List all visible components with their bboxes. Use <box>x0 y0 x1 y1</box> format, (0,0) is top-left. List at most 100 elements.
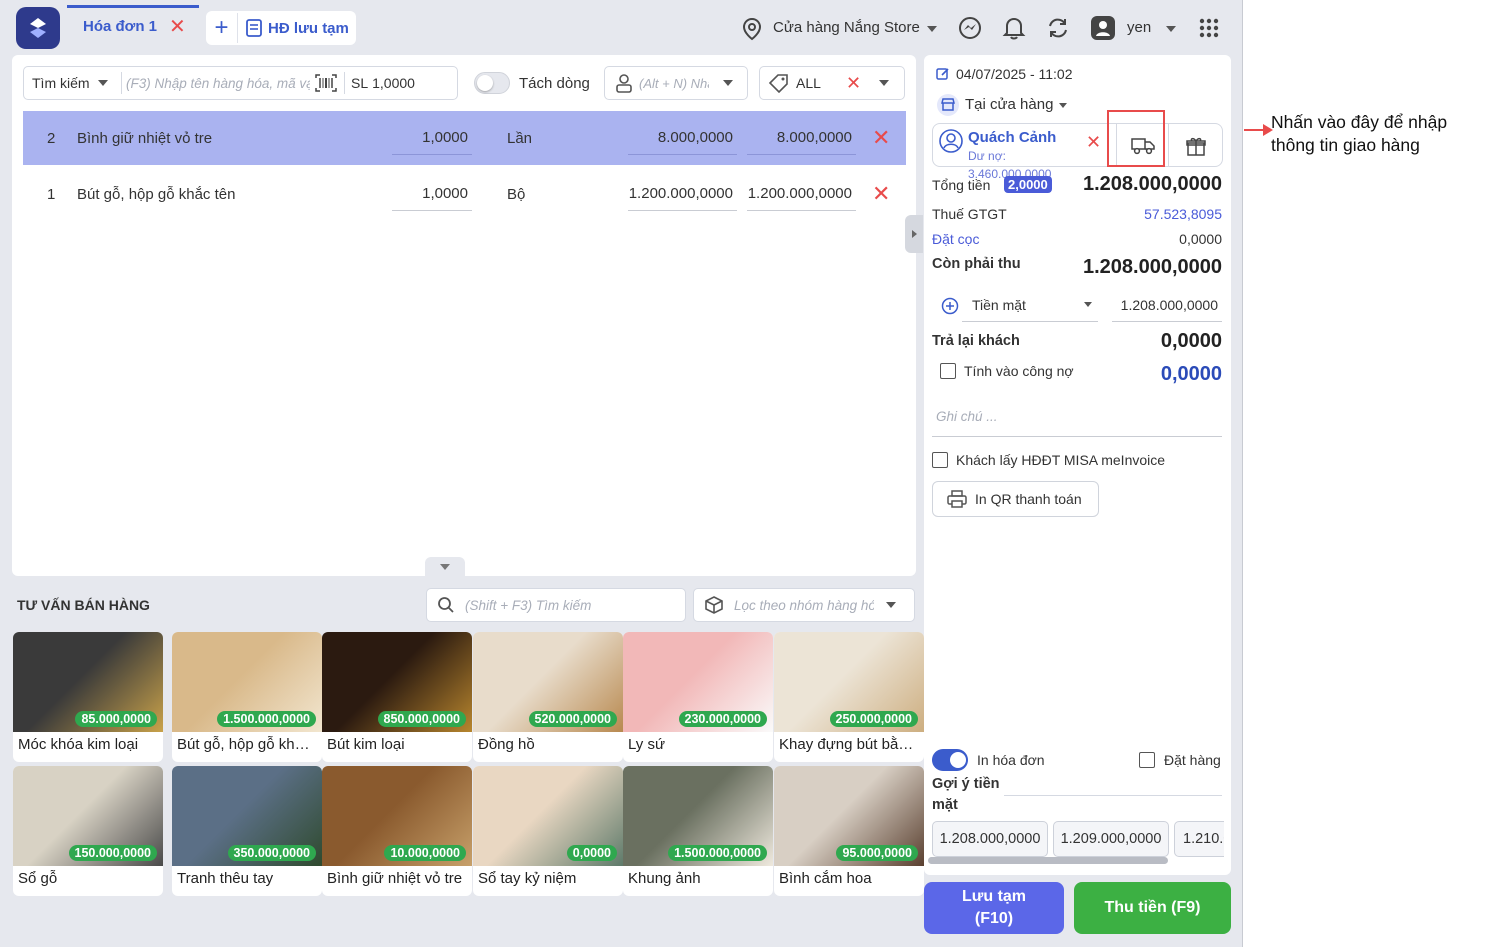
print-qr-button[interactable]: In QR thanh toán <box>932 481 1099 517</box>
clear-customer-icon[interactable]: ✕ <box>1086 133 1101 151</box>
cash-suggestion-button[interactable]: 1.208.000,0000 <box>932 821 1048 857</box>
row-unit[interactable]: Bộ <box>507 167 525 221</box>
delete-row-icon[interactable]: ✕ <box>872 167 890 221</box>
row-price-input[interactable]: 1.200.000,0000 <box>628 177 737 211</box>
product-name: Tranh thêu tay <box>177 870 274 887</box>
store-name[interactable]: Cửa hàng Nắng Store <box>773 19 920 36</box>
product-card[interactable]: 0,0000 Sổ tay kỷ niệm <box>473 766 623 896</box>
price-list-select[interactable]: ALL ✕ <box>759 66 905 100</box>
product-card[interactable]: 850.000,0000 Bút kim loại <box>322 632 472 762</box>
qty-input[interactable]: SL 1,0000 <box>344 72 415 94</box>
barcode-icon[interactable] <box>314 73 338 93</box>
product-name: Sổ tay kỷ niệm <box>478 870 577 887</box>
order-checkbox[interactable] <box>1139 752 1155 768</box>
edit-icon[interactable] <box>936 67 950 81</box>
total-label: Tổng tiền <box>932 177 991 193</box>
close-tab-icon[interactable]: ✕ <box>169 17 186 37</box>
print-invoice-toggle[interactable] <box>932 749 968 771</box>
staff-select[interactable]: (Alt + N) Nhân viên <box>604 66 748 100</box>
horizontal-scrollbar[interactable] <box>928 857 1168 864</box>
vat-label: Thuế GTGT <box>932 206 1007 222</box>
cash-suggestion-button[interactable]: 1.210.000,0000 <box>1174 821 1224 857</box>
amount-due-label: Còn phải thu <box>932 256 1021 272</box>
save-draft-label-2: (F10) <box>974 910 1014 927</box>
annotation-line-2: thông tin giao hàng <box>1271 135 1420 155</box>
product-card[interactable]: 85.000,0000 Móc khóa kim loại <box>13 632 163 762</box>
sales-channel[interactable]: Tại cửa hàng <box>965 96 1053 113</box>
debt-checkbox[interactable] <box>940 363 956 379</box>
product-card[interactable]: 350.000,0000 Tranh thêu tay <box>172 766 322 896</box>
add-payment-method-icon[interactable] <box>941 297 959 315</box>
cash-suggestion-button[interactable]: 1.209.000,0000 <box>1053 821 1169 857</box>
row-qty-input[interactable]: 1,0000 <box>392 177 472 211</box>
promotion-button[interactable] <box>1168 124 1223 167</box>
product-card[interactable]: 230.000,0000 Ly sứ <box>623 632 773 762</box>
row-number: 2 <box>47 129 56 147</box>
product-card[interactable]: 1.500.000,0000 Bút gỗ, hộp gỗ khắc tên <box>172 632 322 762</box>
vat-value: 57.523,8095 <box>1144 206 1222 222</box>
user-dropdown-icon[interactable] <box>1166 26 1176 32</box>
payment-amount-input[interactable]: 1.208.000,0000 <box>1112 288 1222 322</box>
amount-due-value: 1.208.000,0000 <box>1082 256 1222 278</box>
product-name: Bình cắm hoa <box>779 870 872 887</box>
document-icon <box>246 19 262 37</box>
row-unit[interactable]: Lần <box>507 111 532 165</box>
cart-row[interactable]: 2 Bình giữ nhiệt vỏ tre 1,0000 Lần 8.000… <box>23 111 906 165</box>
chevron-down-icon <box>97 80 108 86</box>
save-draft-button[interactable]: Lưu tạm (F10) <box>924 882 1064 934</box>
user-avatar-icon[interactable] <box>1090 15 1116 41</box>
product-price: 520.000,0000 <box>528 711 617 727</box>
catalog-title: TƯ VẤN BÁN HÀNG <box>17 597 150 613</box>
delete-row-icon[interactable]: ✕ <box>872 111 890 165</box>
saved-invoices-tab[interactable]: + HĐ lưu tạm <box>206 11 356 45</box>
row-price-input[interactable]: 8.000,0000 <box>628 121 737 155</box>
einvoice-label: Khách lấy HĐĐT MISA meInvoice <box>956 452 1166 468</box>
product-card[interactable]: 10.000,0000 Bình giữ nhiệt vỏ tre <box>322 766 472 896</box>
app-logo[interactable] <box>16 7 60 49</box>
cart-row[interactable]: 1 Bút gỗ, hộp gỗ khắc tên 1,0000 Bộ 1.20… <box>23 167 906 221</box>
customer-name[interactable]: Quách Cảnh <box>968 129 1056 146</box>
debt-checkbox-value: 0,0000 <box>1160 363 1222 385</box>
user-name[interactable]: yen <box>1127 19 1151 36</box>
total-amount: 1.208.000,0000 <box>1082 173 1222 195</box>
product-price: 230.000,0000 <box>678 711 767 727</box>
add-tab-icon[interactable]: + <box>206 13 238 43</box>
deposit-label[interactable]: Đặt cọc <box>932 231 979 247</box>
annotation-area: Nhấn vào đây để nhập thông tin giao hàng <box>1244 0 1496 947</box>
split-line-toggle[interactable] <box>474 72 510 94</box>
product-card[interactable]: 1.500.000,0000 Khung ảnh <box>623 766 773 896</box>
apps-grid-icon[interactable] <box>1199 18 1219 38</box>
catalog-search[interactable]: (Shift + F3) Tìm kiếm <box>426 588 686 622</box>
messenger-icon[interactable] <box>958 16 982 40</box>
product-card[interactable]: 95.000,0000 Bình cắm hoa <box>774 766 924 896</box>
bell-icon[interactable] <box>1002 15 1026 41</box>
store-dropdown-icon[interactable] <box>927 26 937 32</box>
divider <box>1004 795 1222 796</box>
order-label: Đặt hàng <box>1164 752 1221 768</box>
einvoice-checkbox[interactable] <box>932 452 948 468</box>
search-mode-select[interactable]: Tìm kiếm <box>24 72 122 94</box>
chevron-down-icon <box>723 80 733 86</box>
product-price: 1.500.000,0000 <box>217 711 316 727</box>
row-product-name: Bút gỗ, hộp gỗ khắc tên <box>77 185 236 203</box>
clear-price-list-icon[interactable]: ✕ <box>846 74 861 92</box>
row-qty-input[interactable]: 1,0000 <box>392 121 472 155</box>
collapse-catalog-handle[interactable] <box>425 557 465 576</box>
catalog-search-placeholder: (Shift + F3) Tìm kiếm <box>465 597 592 613</box>
note-input[interactable]: Ghi chú ... <box>932 397 1222 437</box>
collapse-side-panel-handle[interactable] <box>905 215 923 253</box>
product-card[interactable]: 250.000,0000 Khay đựng bút bằng gỗ <box>774 632 924 762</box>
catalog-group-filter[interactable]: Lọc theo nhóm hàng hóa <box>693 588 915 622</box>
product-card[interactable]: 150.000,0000 Sổ gỗ <box>13 766 163 896</box>
product-card[interactable]: 520.000,0000 Đồng hồ <box>473 632 623 762</box>
collect-payment-button[interactable]: Thu tiền (F9) <box>1074 882 1231 934</box>
sync-icon[interactable] <box>1046 16 1070 40</box>
product-name: Bình giữ nhiệt vỏ tre <box>327 870 463 887</box>
chevron-down-icon[interactable] <box>1059 103 1067 108</box>
payment-method-select[interactable]: Tiền mặt <box>962 288 1098 322</box>
debt-checkbox-label: Tính vào công nợ <box>964 363 1074 379</box>
tab-invoice-1[interactable]: Hóa đơn 1 ✕ <box>67 5 199 45</box>
chevron-down-icon <box>886 602 896 608</box>
search-mode-label: Tìm kiếm <box>32 75 90 91</box>
product-search-input[interactable]: (F3) Nhập tên hàng hóa, mã vạch, mã SKU <box>122 76 310 91</box>
